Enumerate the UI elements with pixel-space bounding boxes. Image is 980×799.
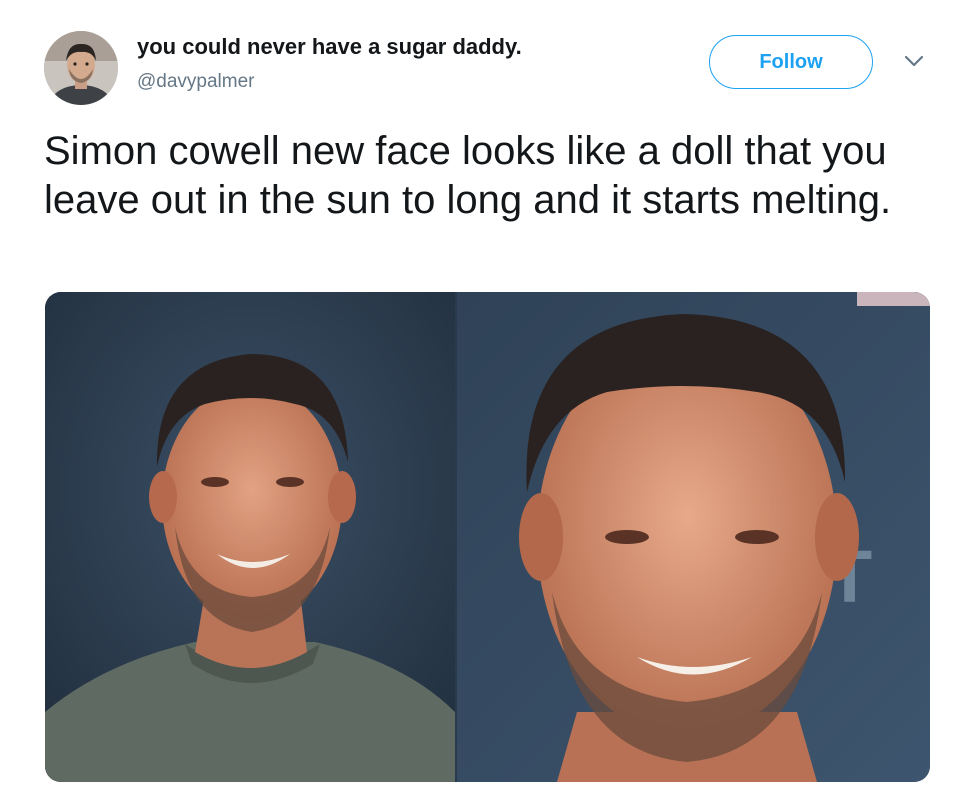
photo-right[interactable]: T bbox=[457, 292, 930, 782]
tweet-media[interactable]: T bbox=[45, 292, 930, 782]
follow-button[interactable]: Follow bbox=[709, 35, 873, 89]
display-name[interactable]: you could never have a sugar daddy. bbox=[137, 34, 522, 60]
avatar-photo bbox=[44, 31, 118, 105]
avatar[interactable] bbox=[44, 31, 118, 105]
chevron-down-icon[interactable] bbox=[903, 53, 925, 69]
tweet-text: Simon cowell new face looks like a doll … bbox=[44, 129, 892, 222]
photo-left[interactable] bbox=[45, 292, 455, 782]
user-handle[interactable]: @davypalmer bbox=[137, 71, 255, 93]
